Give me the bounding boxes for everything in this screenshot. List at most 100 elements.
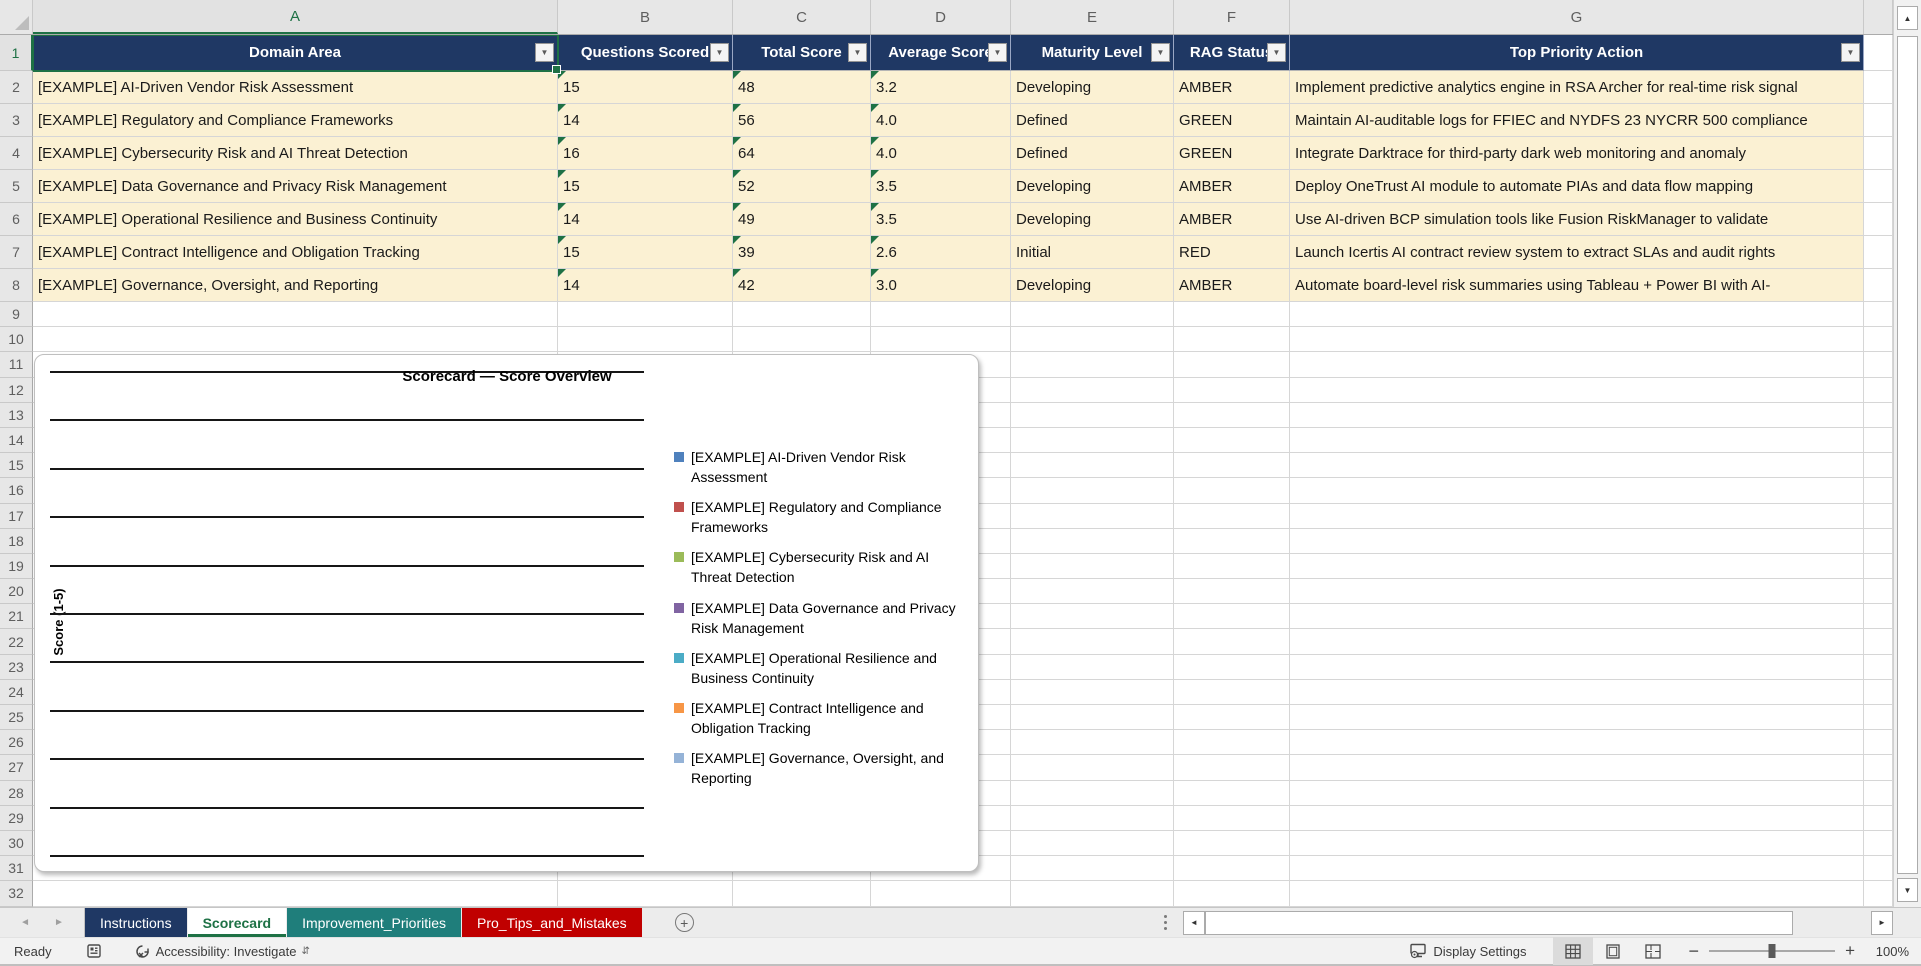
sheet-tab-pro-tips-and-mistakes[interactable]: Pro_Tips_and_Mistakes (462, 908, 642, 937)
cell-g29[interactable] (1290, 805, 1864, 831)
cell-h12[interactable] (1864, 377, 1893, 403)
cell-a9[interactable] (33, 302, 558, 328)
cell-h31[interactable] (1864, 856, 1893, 882)
cell-g11[interactable] (1290, 352, 1864, 378)
cell-b4[interactable]: 16 (558, 137, 733, 170)
cell-d2[interactable]: 3.2 (871, 71, 1011, 104)
scrollbar-resize-handle[interactable] (1164, 915, 1167, 930)
row-header-8[interactable]: 8 (0, 269, 33, 302)
cell-h18[interactable] (1864, 528, 1893, 554)
cell-f4[interactable]: GREEN (1174, 137, 1290, 170)
h-scroll-right-icon[interactable]: ► (1871, 910, 1893, 935)
cell-c9[interactable] (733, 302, 871, 328)
cell-e26[interactable] (1011, 730, 1174, 756)
view-page-layout-button[interactable] (1593, 937, 1633, 965)
cell-e31[interactable] (1011, 856, 1174, 882)
cell-b8[interactable]: 14 (558, 269, 733, 302)
sheet-tab-scorecard[interactable]: Scorecard (187, 908, 287, 937)
cell-d7[interactable]: 2.6 (871, 236, 1011, 269)
cell-g32[interactable] (1290, 881, 1864, 907)
row-header-28[interactable]: 28 (0, 780, 33, 806)
cell-f21[interactable] (1174, 604, 1290, 630)
cell-f1[interactable]: RAG Status ▼ (1174, 35, 1290, 71)
cell-h9[interactable] (1864, 302, 1893, 328)
cell-a7[interactable]: [EXAMPLE] Contract Intelligence and Obli… (33, 236, 558, 269)
cell-f8[interactable]: AMBER (1174, 269, 1290, 302)
cell-g21[interactable] (1290, 604, 1864, 630)
cell-f20[interactable] (1174, 579, 1290, 605)
new-sheet-button[interactable]: + (674, 913, 694, 932)
v-scroll-thumb[interactable] (1897, 36, 1918, 874)
cell-c8[interactable]: 42 (733, 269, 871, 302)
cell-c7[interactable]: 39 (733, 236, 871, 269)
cell-e23[interactable] (1011, 654, 1174, 680)
cell-h24[interactable] (1864, 679, 1893, 705)
cell-h5[interactable] (1864, 170, 1893, 203)
cell-f3[interactable]: GREEN (1174, 104, 1290, 137)
cell-f18[interactable] (1174, 528, 1290, 554)
cell-e17[interactable] (1011, 503, 1174, 529)
row-header-19[interactable]: 19 (0, 553, 33, 580)
cell-f12[interactable] (1174, 377, 1290, 403)
cell-f2[interactable]: AMBER (1174, 71, 1290, 104)
cell-g8[interactable]: Automate board-level risk summaries usin… (1290, 269, 1864, 302)
cell-f32[interactable] (1174, 881, 1290, 907)
cell-f23[interactable] (1174, 654, 1290, 680)
h-scroll-thumb[interactable] (1205, 910, 1793, 935)
cell-b6[interactable]: 14 (558, 203, 733, 236)
zoom-out-button[interactable]: − (1689, 941, 1700, 962)
row-header-10[interactable]: 10 (0, 327, 33, 353)
cell-f24[interactable] (1174, 679, 1290, 705)
zoom-in-button[interactable]: + (1845, 941, 1855, 961)
cell-e18[interactable] (1011, 528, 1174, 554)
cell-g24[interactable] (1290, 679, 1864, 705)
cell-f25[interactable] (1174, 705, 1290, 731)
cell-e24[interactable] (1011, 679, 1174, 705)
cell-h1[interactable] (1864, 35, 1893, 71)
cell-f7[interactable]: RED (1174, 236, 1290, 269)
cell-h26[interactable] (1864, 730, 1893, 756)
cell-h21[interactable] (1864, 604, 1893, 630)
cell-f11[interactable] (1174, 352, 1290, 378)
cell-g17[interactable] (1290, 503, 1864, 529)
cell-e22[interactable] (1011, 629, 1174, 655)
cell-h25[interactable] (1864, 705, 1893, 731)
cell-g1[interactable]: Top Priority Action ▼ (1290, 35, 1864, 71)
h-scrollbar[interactable]: ◄ ► (1164, 908, 1893, 937)
cell-c10[interactable] (733, 327, 871, 353)
cell-f16[interactable] (1174, 478, 1290, 504)
cell-c1[interactable]: Total Score ▼ (733, 35, 871, 71)
cell-b1[interactable]: Questions Scored ▼ (558, 35, 733, 71)
cell-e10[interactable] (1011, 327, 1174, 353)
cell-b10[interactable] (558, 327, 733, 353)
cell-c5[interactable]: 52 (733, 170, 871, 203)
cell-f27[interactable] (1174, 755, 1290, 781)
cell-h19[interactable] (1864, 553, 1893, 580)
sheet-nav-right-icon[interactable]: ► (54, 917, 64, 928)
row-header-11[interactable]: 11 (0, 352, 33, 378)
cell-g2[interactable]: Implement predictive analytics engine in… (1290, 71, 1864, 104)
filter-button-b[interactable]: ▼ (710, 43, 729, 62)
cell-h10[interactable] (1864, 327, 1893, 353)
cell-g5[interactable]: Deploy OneTrust AI module to automate PI… (1290, 170, 1864, 203)
cell-d5[interactable]: 3.5 (871, 170, 1011, 203)
cell-e5[interactable]: Developing (1011, 170, 1174, 203)
cell-g15[interactable] (1290, 453, 1864, 479)
cell-f15[interactable] (1174, 453, 1290, 479)
cell-h17[interactable] (1864, 503, 1893, 529)
row-header-7[interactable]: 7 (0, 236, 33, 269)
row-header-22[interactable]: 22 (0, 629, 33, 655)
cell-d10[interactable] (871, 327, 1011, 353)
row-header-25[interactable]: 25 (0, 705, 33, 731)
cell-h16[interactable] (1864, 478, 1893, 504)
h-scroll-track[interactable] (1205, 910, 1871, 935)
cell-g19[interactable] (1290, 553, 1864, 580)
row-header-21[interactable]: 21 (0, 604, 33, 630)
cell-e1[interactable]: Maturity Level ▼ (1011, 35, 1174, 71)
column-header-g[interactable]: G (1290, 0, 1864, 34)
cell-g18[interactable] (1290, 528, 1864, 554)
cell-f17[interactable] (1174, 503, 1290, 529)
row-header-29[interactable]: 29 (0, 805, 33, 831)
cell-f9[interactable] (1174, 302, 1290, 328)
cell-e27[interactable] (1011, 755, 1174, 781)
